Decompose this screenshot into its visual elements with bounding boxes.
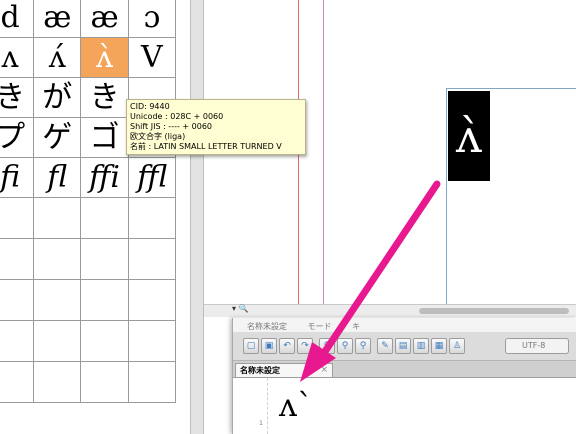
glyph-cell[interactable] [127, 197, 177, 239]
glyph-cell[interactable]: ʌ́ [33, 37, 82, 78]
text-editor-window: 名称未設定 モード キ ▢ ▣ ↶ ↷ ⚲ ⚲ ⚲ ✎ ▤ ▥ ▦ ♙ UTF-… [232, 318, 576, 434]
glyph-cell[interactable] [33, 197, 82, 239]
replace-icon[interactable]: ⚲ [355, 338, 371, 354]
menu-item[interactable]: キ [352, 322, 360, 331]
glyph-cell[interactable]: V [127, 37, 177, 78]
glyph-cell[interactable] [80, 238, 129, 280]
glyph-cell[interactable] [0, 197, 35, 239]
split-icon[interactable]: ▦ [431, 338, 447, 354]
save-icon[interactable]: ▣ [261, 338, 277, 354]
pane-scrollbar[interactable] [190, 0, 204, 434]
glyph-cell[interactable]: fi [0, 157, 35, 198]
glyph-row-empty [0, 238, 177, 280]
user-icon[interactable]: ♙ [449, 338, 465, 354]
tooltip-shiftjis: Shift JIS : ---- + 0060 [130, 122, 212, 131]
glyph-cell[interactable] [127, 361, 177, 403]
glyph-cell[interactable]: æ [80, 0, 129, 38]
editor-toolbar: ▢ ▣ ↶ ↷ ⚲ ⚲ ⚲ ✎ ▤ ▥ ▦ ♙ UTF-8 [233, 332, 576, 361]
tooltip-unicode: Unicode : 028C + 0060 [130, 112, 224, 121]
encoding-select[interactable]: UTF-8 [505, 338, 569, 354]
glyph-cell[interactable] [127, 238, 177, 280]
glyph-cell[interactable]: ゴ [80, 117, 129, 158]
search-icon[interactable]: ⚲ [319, 338, 335, 354]
glyph-row-empty [0, 197, 177, 239]
glyph-row-empty [0, 279, 177, 321]
line-number: 1 [259, 420, 263, 427]
glyph-cell[interactable] [0, 238, 35, 280]
glyph-cell[interactable]: d [0, 0, 35, 38]
glyph-cell[interactable] [0, 361, 35, 403]
glyph-row-empty [0, 361, 177, 403]
scroll-thumb[interactable] [419, 308, 569, 314]
editor-menubar: 名称未設定 モード キ [233, 318, 576, 332]
glyph-cell[interactable] [0, 320, 35, 362]
tooltip-cid: CID: 9440 [130, 102, 170, 111]
glyph-cell[interactable] [127, 320, 177, 362]
glyph-row: ʌ ʌ́ ʌ̀ V [0, 37, 177, 78]
glyph-cell[interactable] [127, 279, 177, 321]
glyph-cell[interactable] [33, 279, 82, 321]
glyph-cell[interactable] [80, 320, 129, 362]
line-number-gutter: 1 [233, 378, 268, 434]
menu-item[interactable]: モード [308, 322, 332, 331]
menu-item[interactable]: 名称未設定 [247, 322, 287, 331]
search-next-icon[interactable]: ⚲ [337, 338, 353, 354]
window-icon[interactable]: ▤ [395, 338, 411, 354]
glyph-cell[interactable]: き [0, 77, 35, 118]
glyph-cell[interactable] [33, 238, 82, 280]
glyph-cell[interactable]: が [33, 77, 82, 118]
tooltip-feature: 欧文合字 (liga) [130, 132, 186, 141]
glyph-info-tooltip: CID: 9440 Unicode : 028C + 0060 Shift JI… [126, 99, 306, 155]
glyph-cell[interactable] [33, 320, 82, 362]
glyph-cell[interactable]: ffl [127, 157, 177, 198]
selected-glyph-preview[interactable]: ʌ̀ [448, 91, 490, 181]
glyph-cell[interactable] [33, 361, 82, 403]
glyph-row: fi fl ffi ffl [0, 157, 177, 198]
glyph-cell[interactable]: ffi [80, 157, 129, 198]
glyph-row-empty [0, 320, 177, 362]
marker-icon[interactable]: ✎ [377, 338, 393, 354]
glyph-row: d æ æ ɔ [0, 0, 177, 38]
redo-icon[interactable]: ↷ [297, 338, 313, 354]
editor-tabbar: 名称未設定 × [233, 361, 576, 378]
glyph-cell[interactable] [80, 361, 129, 403]
glyph-cell[interactable] [80, 197, 129, 239]
tooltip-name: 名前 : LATIN SMALL LETTER TURNED V [130, 142, 282, 151]
glyph-cell-selected[interactable]: ʌ̀ [80, 37, 129, 78]
glyph-cell[interactable]: ɔ [127, 0, 177, 38]
glyph-cell[interactable]: ʌ [0, 37, 35, 78]
editor-text[interactable]: ʌ` [279, 386, 313, 424]
glyph-table: d æ æ ɔ ʌ ʌ́ ʌ̀ V き が き プ ゲ ゴ ゼ fi fl ff… [0, 0, 177, 403]
glyph-cell[interactable]: æ [33, 0, 82, 38]
close-icon[interactable]: × [320, 364, 328, 377]
glyph-cell[interactable]: き [80, 77, 129, 118]
tab-untitled[interactable]: 名称未設定 × [235, 363, 333, 377]
glyph-cell[interactable]: ゲ [33, 117, 82, 158]
editor-text-area[interactable]: 1 ʌ` [233, 378, 576, 434]
glyph-cell[interactable]: fl [33, 157, 82, 198]
column-guide [323, 0, 324, 304]
new-document-icon[interactable]: ▢ [243, 338, 259, 354]
glyph-cell[interactable] [80, 279, 129, 321]
glyph-cell[interactable] [0, 279, 35, 321]
glyph-cell[interactable]: プ [0, 117, 35, 158]
panel-icon[interactable]: ▥ [413, 338, 429, 354]
zoom-dropdown[interactable]: ▾ 🔍 [232, 304, 268, 316]
undo-icon[interactable]: ↶ [279, 338, 295, 354]
glyph-palette-grid: d æ æ ɔ ʌ ʌ́ ʌ̀ V き が き プ ゲ ゴ ゼ fi fl ff… [0, 0, 190, 434]
tab-label: 名称未設定 [240, 366, 280, 375]
